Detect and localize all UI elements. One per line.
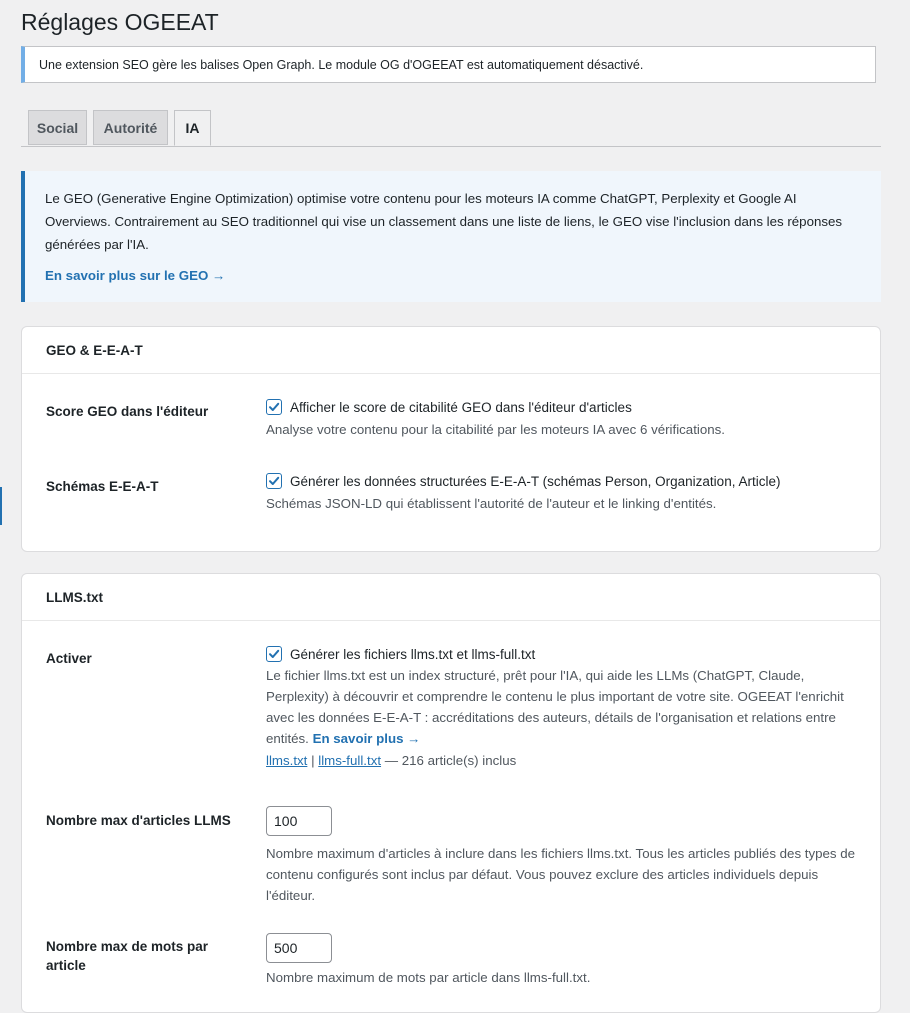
max-articles-control: Nombre maximum d'articles à inclure dans…: [266, 806, 856, 906]
geo-info-text: Le GEO (Generative Engine Optimization) …: [45, 191, 843, 252]
eeat-schemas-control: Générer les données structurées E-E-A-T …: [266, 473, 856, 514]
page-title: Réglages OGEEAT: [21, 9, 219, 35]
max-words-control: Nombre maximum de mots par article dans …: [266, 933, 856, 988]
geo-eeat-card-title: GEO & E-E-A-T: [22, 327, 880, 374]
tab-bar: Social Autorité IA: [21, 110, 881, 147]
tab-social[interactable]: Social: [28, 110, 87, 145]
eeat-schemas-checkbox[interactable]: [266, 473, 282, 489]
tab-social-label: Social: [36, 119, 79, 136]
geo-score-description: Analyse votre contenu pour la citabilité…: [266, 422, 725, 437]
max-articles-label: Nombre max d'articles LLMS: [46, 813, 231, 828]
llms-article-count: — 216 article(s) inclus: [384, 753, 517, 768]
tab-ia[interactable]: IA: [174, 110, 211, 146]
max-articles-description: Nombre maximum d'articles à inclure dans…: [266, 846, 856, 903]
llms-full-txt-link[interactable]: llms-full.txt: [318, 753, 381, 768]
geo-score-checkbox[interactable]: [266, 399, 282, 415]
llms-card-title: LLMS.txt: [22, 574, 880, 621]
max-articles-input[interactable]: [266, 806, 332, 836]
llms-txt-link[interactable]: llms.txt: [266, 753, 307, 768]
checkmark-icon: [269, 649, 280, 658]
llms-file-links: llms.txt | llms-full.txt — 216 article(s…: [266, 753, 856, 768]
checkmark-icon: [269, 476, 280, 485]
admin-menu-edge: [0, 487, 2, 525]
llms-learn-more-link[interactable]: En savoir plus →: [313, 731, 421, 746]
llms-activate-option[interactable]: Générer les fichiers llms.txt et llms-fu…: [266, 646, 856, 662]
geo-score-control: Afficher le score de citabilité GEO dans…: [266, 399, 856, 440]
geo-learn-more-link[interactable]: En savoir plus sur le GEO →: [45, 264, 861, 287]
geo-eeat-card: GEO & E-E-A-T Score GEO dans l'éditeur A…: [21, 326, 881, 552]
eeat-schemas-label: Schémas E-E-A-T: [46, 479, 159, 494]
llms-activate-control: Générer les fichiers llms.txt et llms-fu…: [266, 646, 856, 768]
tab-ia-label: IA: [185, 120, 200, 136]
geo-score-option[interactable]: Afficher le score de citabilité GEO dans…: [266, 399, 856, 415]
checkmark-icon: [269, 402, 280, 411]
llms-activate-checkbox[interactable]: [266, 646, 282, 662]
max-words-description: Nombre maximum de mots par article dans …: [266, 970, 591, 985]
llms-activate-label: Activer: [46, 651, 92, 666]
llms-card: LLMS.txt Activer Générer les fichiers ll…: [21, 573, 881, 1013]
tab-autorite[interactable]: Autorité: [93, 110, 168, 145]
seo-notice-text: Une extension SEO gère les balises Open …: [39, 57, 644, 72]
max-words-label: Nombre max de mots par article: [46, 939, 209, 973]
llms-activate-checkbox-label: Générer les fichiers llms.txt et llms-fu…: [290, 646, 536, 662]
eeat-schemas-description: Schémas JSON-LD qui établissent l'autori…: [266, 496, 717, 511]
geo-info-box: Le GEO (Generative Engine Optimization) …: [21, 171, 881, 302]
eeat-schemas-checkbox-label: Générer les données structurées E-E-A-T …: [290, 473, 781, 489]
settings-page: Réglages OGEEAT Une extension SEO gère l…: [0, 0, 910, 1013]
eeat-schemas-option[interactable]: Générer les données structurées E-E-A-T …: [266, 473, 856, 489]
llms-links-separator: |: [311, 753, 315, 768]
llms-description: Le fichier llms.txt est un index structu…: [266, 665, 856, 749]
geo-score-checkbox-label: Afficher le score de citabilité GEO dans…: [290, 399, 632, 415]
max-words-input[interactable]: [266, 933, 332, 963]
seo-notice: Une extension SEO gère les balises Open …: [21, 46, 876, 83]
geo-score-label: Score GEO dans l'éditeur: [46, 404, 209, 419]
tab-autorite-label: Autorité: [103, 119, 158, 136]
